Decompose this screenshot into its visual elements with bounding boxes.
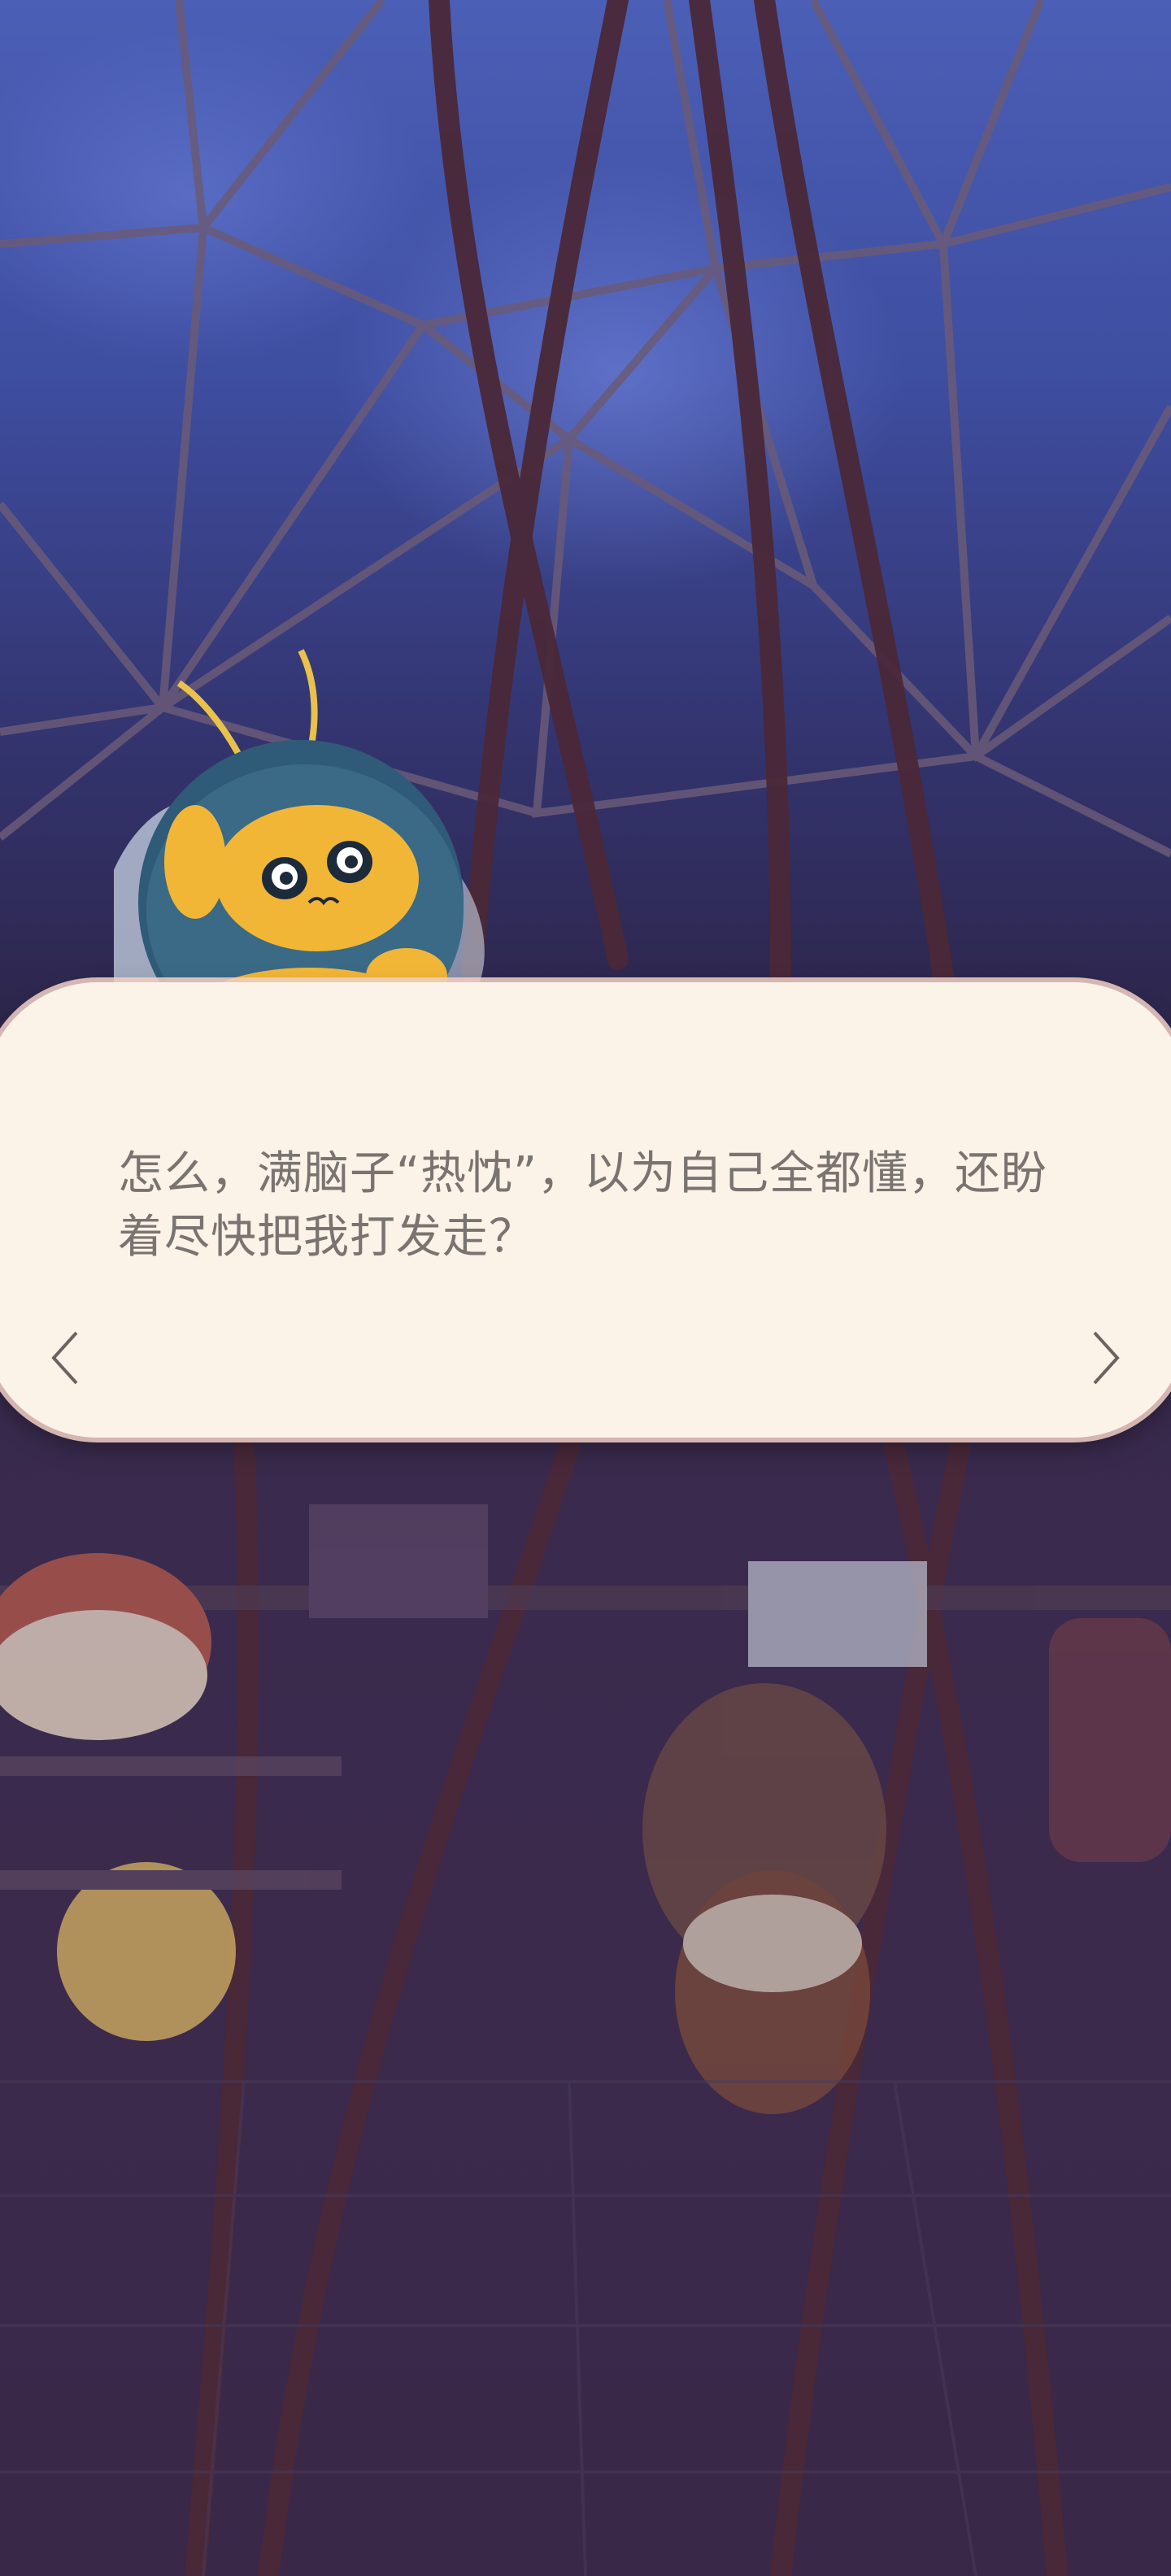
next-dialog-button[interactable] (1073, 1317, 1138, 1399)
previous-dialog-button[interactable] (33, 1317, 98, 1399)
chevron-left-icon (51, 1331, 78, 1385)
chevron-right-icon (1093, 1331, 1120, 1385)
dialog-text: 怎么，满脑子“热忱”，以为自己全都懂，还盼着尽快把我打发走？ (118, 1147, 1048, 1264)
game-scene: 怎么，满脑子“热忱”，以为自己全都懂，还盼着尽快把我打发走？ (0, 0, 1171, 2576)
